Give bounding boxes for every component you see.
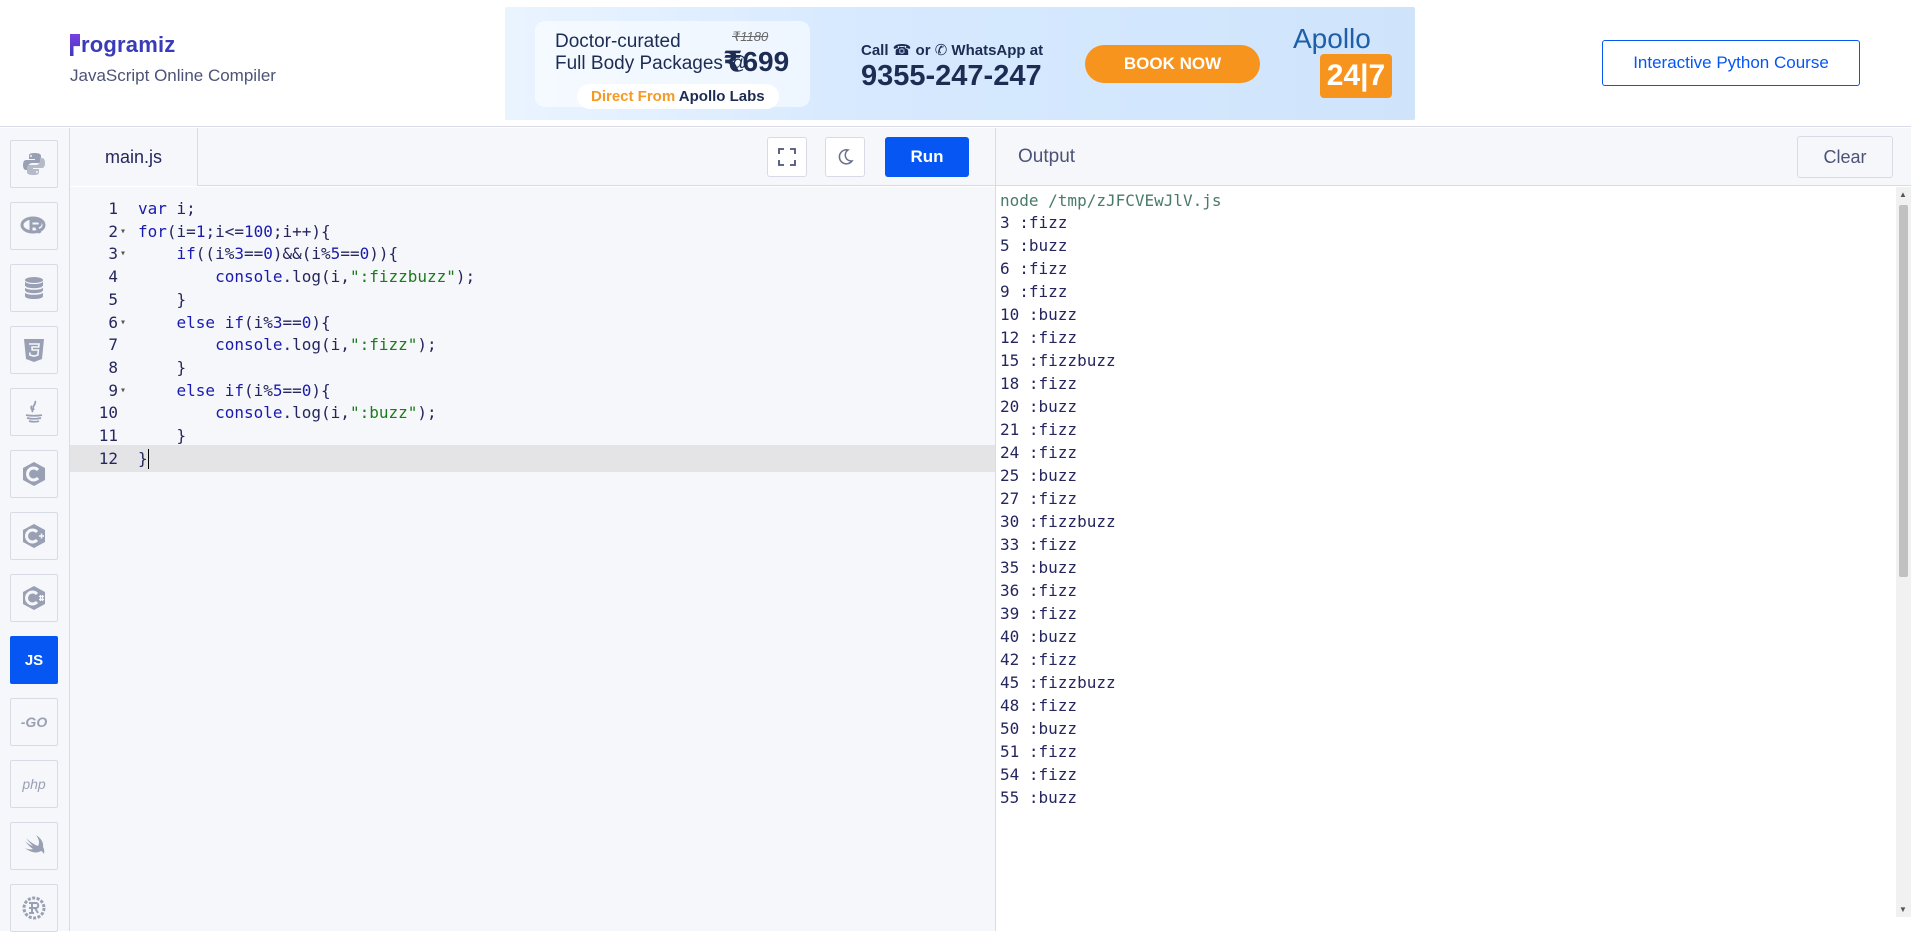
file-tab-main-js[interactable]: main.js	[70, 128, 198, 186]
ad-call-text: Call ☎ or ✆ WhatsApp at	[861, 42, 1044, 59]
language-sidebar: JS -GO php	[0, 128, 70, 932]
database-icon[interactable]	[10, 264, 58, 312]
ad-price: ₹699	[723, 46, 790, 77]
ad-brand: Apollo	[1293, 23, 1371, 54]
output-scrollbar[interactable]: ▲ ▼	[1896, 187, 1911, 917]
code-text: }	[138, 448, 149, 470]
theme-toggle-button[interactable]	[825, 137, 865, 177]
output-console[interactable]: node /tmp/zJFCVEwJlV.js 3 :fizz 5 :buzz 6 :…	[996, 187, 1894, 917]
line-number: 12	[98, 448, 118, 468]
go-label: -GO	[20, 714, 48, 730]
brand[interactable]: rogramiz JavaScript Online Compiler	[70, 32, 276, 86]
output-line: 55 :buzz	[1000, 788, 1078, 807]
interactive-python-course-button[interactable]: Interactive Python Course	[1602, 40, 1860, 86]
java-icon[interactable]	[10, 388, 58, 436]
code-line[interactable]: 12}	[70, 444, 995, 473]
expand-icon	[778, 148, 796, 166]
csharp-icon[interactable]	[10, 574, 58, 622]
php-label: php	[22, 776, 46, 792]
php-language-button[interactable]: php	[10, 760, 58, 808]
text-caret	[147, 449, 149, 470]
c-icon[interactable]	[10, 450, 58, 498]
ad-source-pill: Direct From Apollo Labs	[577, 84, 779, 109]
r-icon[interactable]	[10, 202, 58, 250]
rust-icon[interactable]	[10, 884, 58, 932]
javascript-language-button[interactable]: JS	[10, 636, 58, 684]
ad-old-price: ₹1180	[732, 29, 769, 44]
page-subtitle: JavaScript Online Compiler	[70, 66, 276, 85]
code-editor[interactable]: 1 var i; 2 ▾ for(i=1;i<=100;i++){3 ▾ if((i%3=…	[70, 187, 995, 931]
programiz-logo[interactable]: rogramiz	[70, 32, 276, 58]
editor-toolbar: main.js Run	[70, 128, 995, 186]
html5-icon[interactable]	[10, 326, 58, 374]
python-icon[interactable]	[10, 140, 58, 188]
top-header: rogramiz JavaScript Online Compiler Doct…	[0, 0, 1911, 127]
scroll-up-icon[interactable]: ▲	[1899, 190, 1907, 199]
go-language-button[interactable]: -GO	[10, 698, 58, 746]
output-title: Output	[1018, 146, 1076, 167]
scroll-down-icon[interactable]: ▼	[1899, 905, 1907, 914]
clear-button[interactable]: Clear	[1797, 136, 1893, 178]
moon-icon	[838, 149, 854, 165]
swift-icon[interactable]	[10, 822, 58, 870]
output-toolbar: Output Clear	[996, 128, 1911, 186]
programiz-logo-mark-icon	[70, 34, 80, 56]
ad-brand-number: 24|7	[1320, 54, 1392, 98]
run-button[interactable]: Run	[885, 137, 969, 177]
ad-headline: Doctor-curated Full Body Packages @	[555, 31, 748, 74]
fullscreen-button[interactable]	[767, 137, 807, 177]
cpp-icon[interactable]	[10, 512, 58, 560]
js-label: JS	[24, 651, 44, 669]
ad-book-now-button[interactable]: BOOK NOW	[1085, 45, 1260, 83]
scrollbar-thumb[interactable]	[1899, 205, 1908, 577]
advertisement-banner[interactable]: Doctor-curated Full Body Packages @ ₹118…	[505, 7, 1415, 120]
ad-phone: 9355-247-247	[861, 60, 1042, 92]
logo-text: rogramiz	[81, 32, 176, 57]
